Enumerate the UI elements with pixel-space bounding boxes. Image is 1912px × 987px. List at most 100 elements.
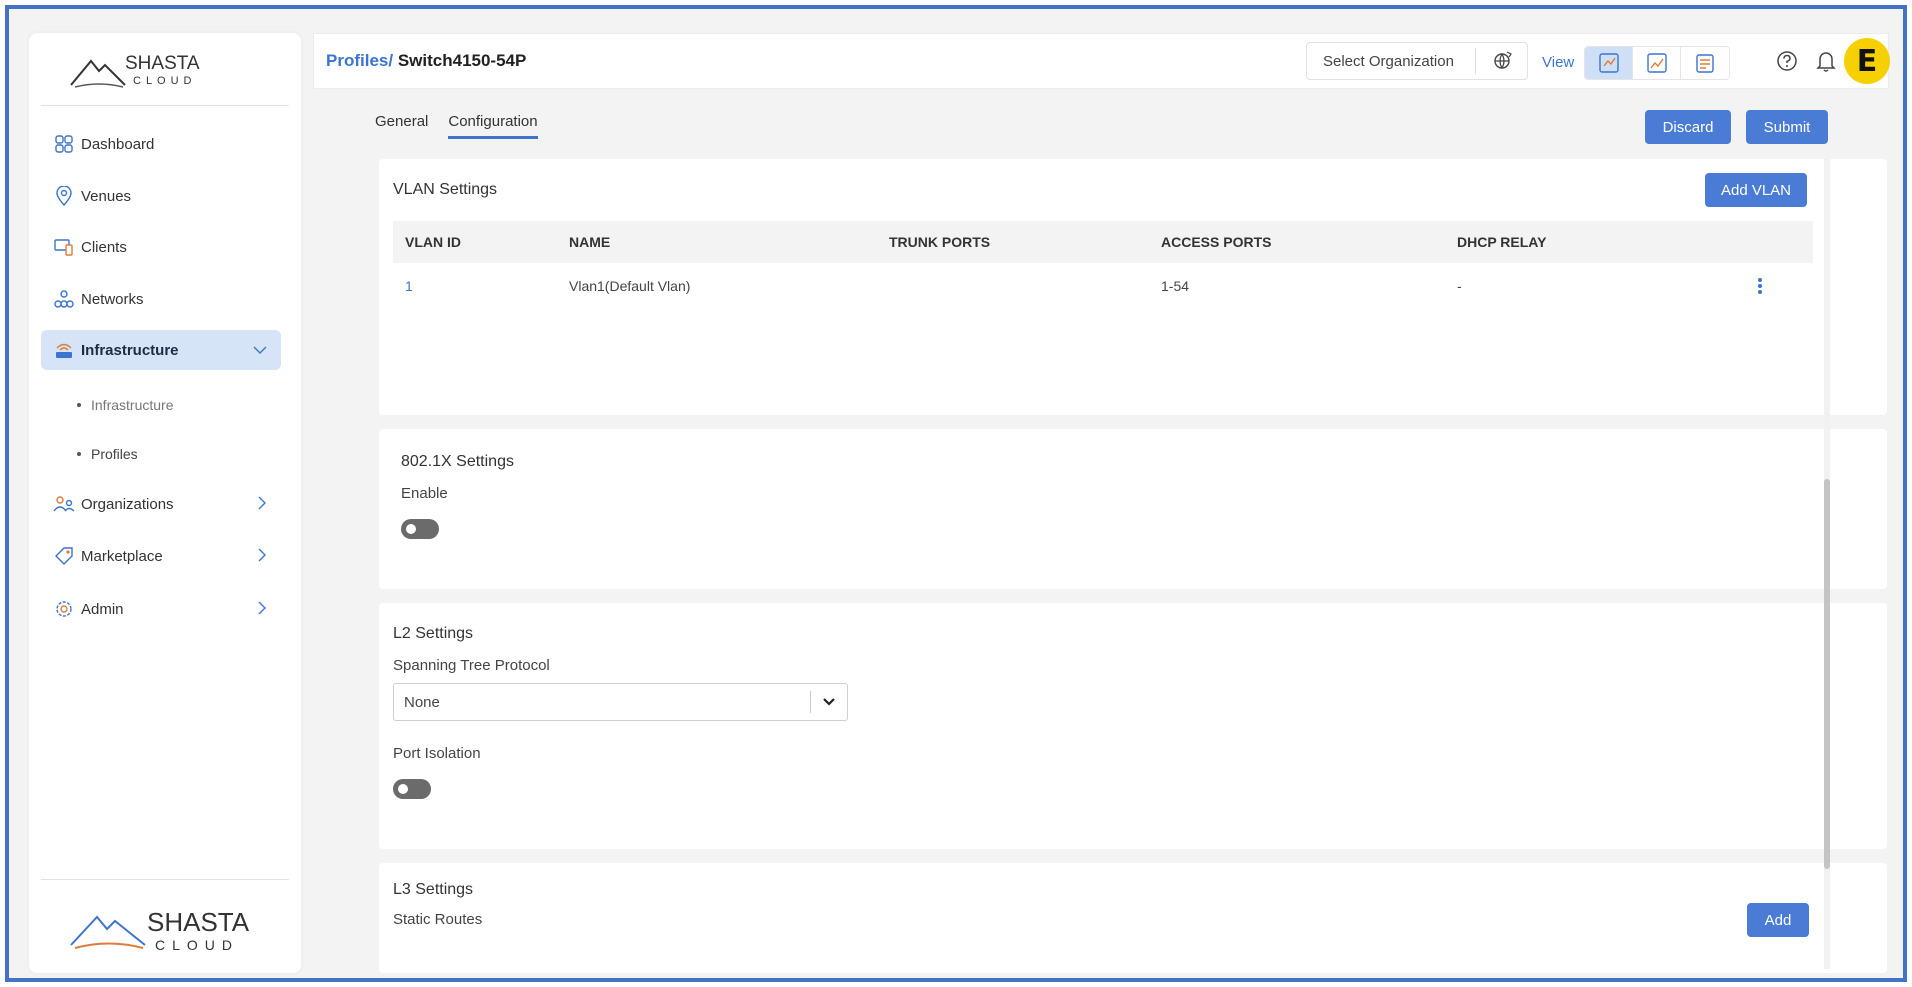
sidebar-item-networks[interactable]: Networks xyxy=(41,279,281,319)
sidebar-item-label: Admin xyxy=(81,600,124,618)
app-frame: SHASTA CLOUD Dashboard Venues Clients Ne… xyxy=(5,5,1907,982)
brand-name-top: SHASTA xyxy=(147,907,250,937)
stp-select-value: None xyxy=(404,693,440,711)
organizations-icon xyxy=(53,493,75,515)
column-header-name[interactable]: NAME xyxy=(569,234,889,250)
l2-settings-title: L2 Settings xyxy=(393,625,474,642)
access-ports-cell: 1-54 xyxy=(1161,278,1190,294)
sidebar-item-label: Infrastructure xyxy=(81,341,179,359)
brand-name-top: SHASTA xyxy=(125,53,200,74)
sidebar-divider xyxy=(41,105,289,106)
user-avatar[interactable]: E xyxy=(1844,38,1890,84)
stp-label: Spanning Tree Protocol xyxy=(393,657,550,674)
sidebar-item-dashboard[interactable]: Dashboard xyxy=(41,124,281,164)
clients-icon xyxy=(53,236,75,258)
breadcrumb: Profiles/ Switch4150-54P xyxy=(326,51,526,71)
chevron-right-icon[interactable] xyxy=(257,496,267,514)
dot1x-settings-title: 802.1X Settings xyxy=(401,453,514,470)
l2-settings-card: L2 Settings Spanning Tree Protocol None … xyxy=(379,603,1887,849)
l3-settings-title: L3 Settings xyxy=(393,881,474,898)
table-row: 1 Vlan1(Default Vlan) 1-54 - xyxy=(393,263,1813,309)
sidebar-item-label: Dashboard xyxy=(81,135,155,153)
organization-select[interactable]: Select Organization xyxy=(1306,42,1528,80)
column-header-vlan-id[interactable]: VLAN ID xyxy=(393,234,569,250)
brand-name-bottom: CLOUD xyxy=(155,937,240,953)
stp-select[interactable]: None xyxy=(393,683,848,721)
sidebar-item-label: Marketplace xyxy=(81,547,163,565)
mountain-logo-icon xyxy=(70,59,126,88)
sidebar-item-label: Clients xyxy=(81,238,127,256)
dashboard-icon xyxy=(53,133,75,155)
brand-logo-bottom: SHASTA CLOUD xyxy=(69,899,259,959)
sidebar-item-label: Organizations xyxy=(81,495,174,513)
sidebar-subitem-infrastructure[interactable]: Infrastructure xyxy=(77,397,173,413)
sidebar-item-marketplace[interactable]: Marketplace xyxy=(41,536,281,576)
dot1x-enable-toggle[interactable] xyxy=(401,519,439,539)
vlan-id-cell[interactable]: 1 xyxy=(393,278,569,294)
view-analytics-button[interactable] xyxy=(1633,47,1681,79)
gauge-view-icon xyxy=(1598,53,1619,73)
view-reports-button[interactable] xyxy=(1681,47,1729,79)
chevron-right-icon[interactable] xyxy=(257,548,267,566)
bottom-divider xyxy=(29,980,1889,981)
top-bar: Profiles/ Switch4150-54P Select Organiza… xyxy=(313,33,1890,89)
column-header-access-ports[interactable]: ACCESS PORTS xyxy=(1161,234,1457,250)
bullet-icon xyxy=(77,403,81,407)
dhcp-relay-cell: - xyxy=(1457,278,1462,294)
sidebar-item-label: Venues xyxy=(81,187,132,205)
chevron-down-icon[interactable] xyxy=(811,697,847,707)
more-vertical-icon[interactable] xyxy=(1757,277,1763,295)
bullet-icon xyxy=(77,452,81,456)
vlan-settings-title: VLAN Settings xyxy=(393,181,498,198)
static-routes-label: Static Routes xyxy=(393,911,483,928)
l3-settings-card: L3 Settings Static Routes Add xyxy=(379,863,1887,973)
sidebar-item-label: Networks xyxy=(81,290,144,308)
sidebar-item-infrastructure[interactable]: Infrastructure xyxy=(41,330,281,370)
toggle-knob xyxy=(398,784,408,794)
vlan-name-cell: Vlan1(Default Vlan) xyxy=(569,278,691,294)
add-vlan-button[interactable]: Add VLAN xyxy=(1705,173,1807,207)
help-icon[interactable] xyxy=(1776,50,1798,77)
chevron-right-icon[interactable] xyxy=(257,601,267,619)
admin-gear-icon xyxy=(53,598,75,620)
port-isolation-label: Port Isolation xyxy=(393,745,481,762)
organization-select-label: Select Organization xyxy=(1323,52,1454,70)
reports-view-icon xyxy=(1696,54,1714,73)
dot1x-settings-card: 802.1X Settings Enable xyxy=(379,429,1887,589)
chevron-down-icon[interactable] xyxy=(253,342,267,359)
brand-logo-top: SHASTA CLOUD xyxy=(69,47,269,95)
discard-button[interactable]: Discard xyxy=(1645,110,1731,144)
sidebar-item-admin[interactable]: Admin xyxy=(41,589,281,629)
globe-switch-icon[interactable] xyxy=(1476,50,1527,72)
tab-configuration[interactable]: Configuration xyxy=(448,113,538,139)
scrollbar-thumb[interactable] xyxy=(1824,479,1830,869)
breadcrumb-link-profiles[interactable]: Profiles/ xyxy=(326,51,393,70)
sidebar-item-venues[interactable]: Venues xyxy=(41,176,281,216)
mountain-logo-icon xyxy=(70,915,146,949)
row-actions xyxy=(1747,277,1813,295)
port-isolation-toggle[interactable] xyxy=(393,779,431,799)
brand-name-bottom: CLOUD xyxy=(133,75,197,87)
sidebar-item-organizations[interactable]: Organizations xyxy=(41,484,281,524)
sidebar: SHASTA CLOUD Dashboard Venues Clients Ne… xyxy=(29,33,301,973)
tab-general[interactable]: General xyxy=(375,113,428,139)
enable-label: Enable xyxy=(401,485,448,502)
tab-bar: General Configuration xyxy=(375,113,538,139)
submit-button[interactable]: Submit xyxy=(1746,110,1828,144)
sidebar-subitem-label: Infrastructure xyxy=(91,397,174,413)
view-label: View xyxy=(1542,54,1575,71)
column-header-trunk-ports[interactable]: TRUNK PORTS xyxy=(889,234,1161,250)
add-static-route-button[interactable]: Add xyxy=(1747,903,1809,937)
infrastructure-icon xyxy=(53,339,75,361)
column-header-dhcp-relay[interactable]: DHCP RELAY xyxy=(1457,234,1747,250)
content-scrollbar[interactable] xyxy=(1824,159,1830,969)
sidebar-item-clients[interactable]: Clients xyxy=(41,227,281,267)
network-icon xyxy=(53,288,75,310)
vlan-settings-card: VLAN Settings Add VLAN VLAN ID NAME TRUN… xyxy=(379,159,1887,415)
view-switcher xyxy=(1584,46,1730,80)
notification-bell-icon[interactable] xyxy=(1816,50,1836,77)
sidebar-subitem-label: Profiles xyxy=(91,446,138,462)
table-header: VLAN ID NAME TRUNK PORTS ACCESS PORTS DH… xyxy=(393,221,1813,263)
view-dashboard-button[interactable] xyxy=(1585,47,1633,79)
sidebar-subitem-profiles[interactable]: Profiles xyxy=(77,446,138,462)
